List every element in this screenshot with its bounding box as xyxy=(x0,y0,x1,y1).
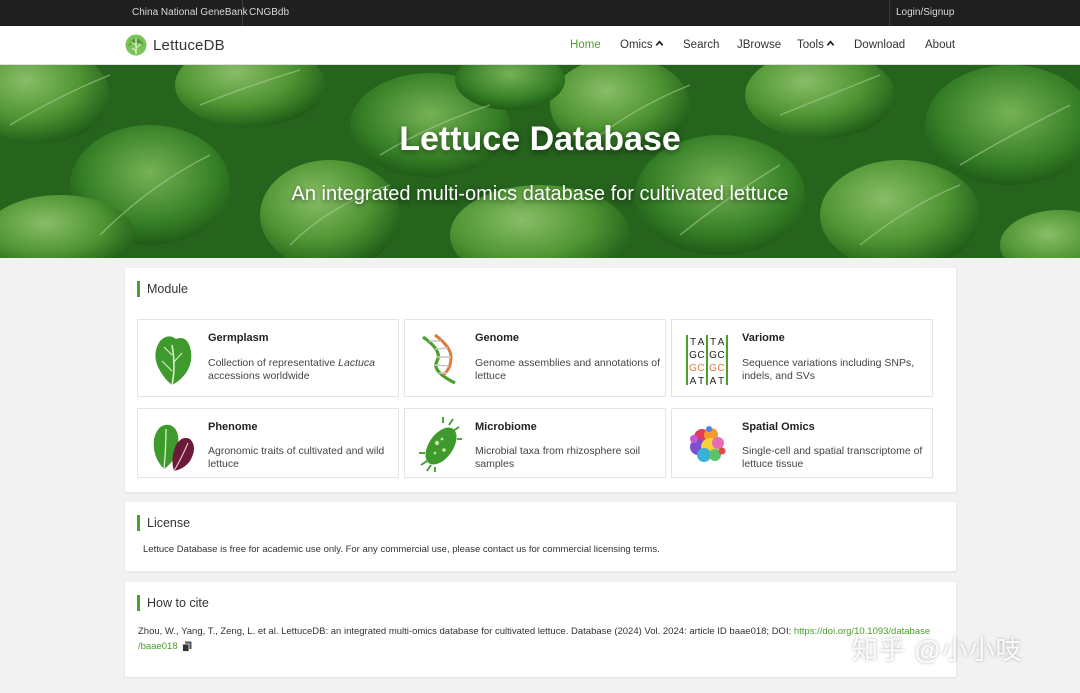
sequence-letter: A xyxy=(690,376,697,387)
brand-name: LettuceDB xyxy=(153,36,225,54)
sequence-letter: T xyxy=(710,337,716,348)
dna-helix-icon xyxy=(422,333,456,385)
card-title: Spatial Omics xyxy=(742,421,815,433)
cite-panel: How to cite Zhou, W., Yang, T., Zeng, L.… xyxy=(125,582,956,677)
copy-icon[interactable] xyxy=(182,641,192,652)
lettuce-logo-icon xyxy=(125,34,147,56)
sequence-letter: A xyxy=(710,376,717,387)
sequence-letter: G xyxy=(709,363,717,374)
nav-about[interactable]: About xyxy=(925,26,955,65)
card-title: Variome xyxy=(742,332,785,344)
card-description: Collection of representative Lactuca acc… xyxy=(208,357,375,382)
card-description: Single-cell and spatial transcriptome of… xyxy=(742,445,923,470)
sequence-letter: C xyxy=(697,363,704,374)
card-title: Phenome xyxy=(208,421,258,433)
module-card-genome[interactable]: Genome Genome assemblies and annotations… xyxy=(404,319,666,397)
sequence-letter: G xyxy=(689,350,697,361)
module-card-spatial-omics[interactable]: Spatial Omics Single-cell and spatial tr… xyxy=(671,408,933,478)
license-panel: License Lettuce Database is free for aca… xyxy=(125,502,956,571)
sequence-letter: T xyxy=(698,376,704,387)
module-card-microbiome[interactable]: Microbiome Microbial taxa from rhizosphe… xyxy=(404,408,666,478)
card-description: Genome assemblies and annotations of let… xyxy=(475,357,661,382)
nav-search[interactable]: Search xyxy=(683,26,719,65)
lettuce-leaves-icon xyxy=(153,424,194,472)
brand-logo-link[interactable]: LettuceDB xyxy=(124,32,225,58)
lettuce-plant-icon xyxy=(155,336,192,386)
sequence-letter: C xyxy=(697,350,704,361)
nav-omics[interactable]: Omics xyxy=(620,26,664,65)
license-heading: License xyxy=(137,515,190,531)
nav-home[interactable]: Home xyxy=(570,26,601,65)
watermark: 知乎 @小小吱 xyxy=(852,635,1023,665)
module-panel: Module Germplasm Collection of represent… xyxy=(125,268,956,492)
card-title: Microbiome xyxy=(475,421,537,433)
lettuce-leaves-background xyxy=(0,65,1080,258)
nav-tools-label: Tools xyxy=(797,39,824,51)
nav-download[interactable]: Download xyxy=(854,26,905,65)
hero-title: Lettuce Database xyxy=(399,120,681,158)
citation-body: Zhou, W., Yang, T., Zeng, L. et al. Lett… xyxy=(138,626,794,637)
microbe-icon xyxy=(419,417,462,472)
chevron-up-icon xyxy=(826,40,835,47)
cite-heading: How to cite xyxy=(137,595,209,611)
card-description: Sequence variations including SNPs, inde… xyxy=(742,357,915,382)
license-text: Lettuce Database is free for academic us… xyxy=(143,544,660,555)
login-signup-link[interactable]: Login/Signup xyxy=(889,0,955,26)
sequence-letter: C xyxy=(717,350,724,361)
module-card-germplasm[interactable]: Germplasm Collection of representative L… xyxy=(137,319,399,397)
card-description: Microbial taxa from rhizosphere soil sam… xyxy=(475,445,641,470)
sequence-letter: T xyxy=(718,376,724,387)
module-card-phenome[interactable]: Phenome Agronomic traits of cultivated a… xyxy=(137,408,399,478)
cngbdb-link[interactable]: CNGBdb xyxy=(242,0,295,26)
card-title: Germplasm xyxy=(208,332,269,344)
citation-text: Zhou, W., Yang, T., Zeng, L. et al. Lett… xyxy=(138,624,948,654)
top-bar: China National GeneBank CNGBdb Login/Sig… xyxy=(0,0,1080,26)
card-description: Agronomic traits of cultivated and wild … xyxy=(208,445,385,470)
sequence-letter: G xyxy=(709,350,717,361)
module-heading: Module xyxy=(137,281,188,297)
card-title: Genome xyxy=(475,332,520,344)
sequence-letter: G xyxy=(689,363,697,374)
nav-jbrowse[interactable]: JBrowse xyxy=(737,26,781,65)
sequence-alignment-icon: T A T AG C G CG C G CA T A T xyxy=(686,335,728,387)
sequence-letter: T xyxy=(690,337,696,348)
module-card-variome[interactable]: TATAGCGCGCGCATAT Variome Sequence variat… xyxy=(671,319,933,397)
china-national-genebank-link[interactable]: China National GeneBank xyxy=(126,0,254,26)
sequence-letter: A xyxy=(698,337,705,348)
chevron-up-icon xyxy=(655,40,663,47)
main-navbar: LettuceDB Home Omics Search JBrowse Tool… xyxy=(0,26,1080,65)
nav-tools[interactable]: Tools xyxy=(797,26,835,65)
sequence-letter: C xyxy=(717,363,724,374)
sequence-letter: A xyxy=(718,337,725,348)
cell-cluster-icon xyxy=(690,426,726,462)
hero-banner xyxy=(0,65,1080,258)
nav-omics-label: Omics xyxy=(620,39,653,51)
hero-subtitle: An integrated multi-omics database for c… xyxy=(291,183,789,205)
doi-link-tail[interactable]: /baae018 xyxy=(138,641,178,652)
